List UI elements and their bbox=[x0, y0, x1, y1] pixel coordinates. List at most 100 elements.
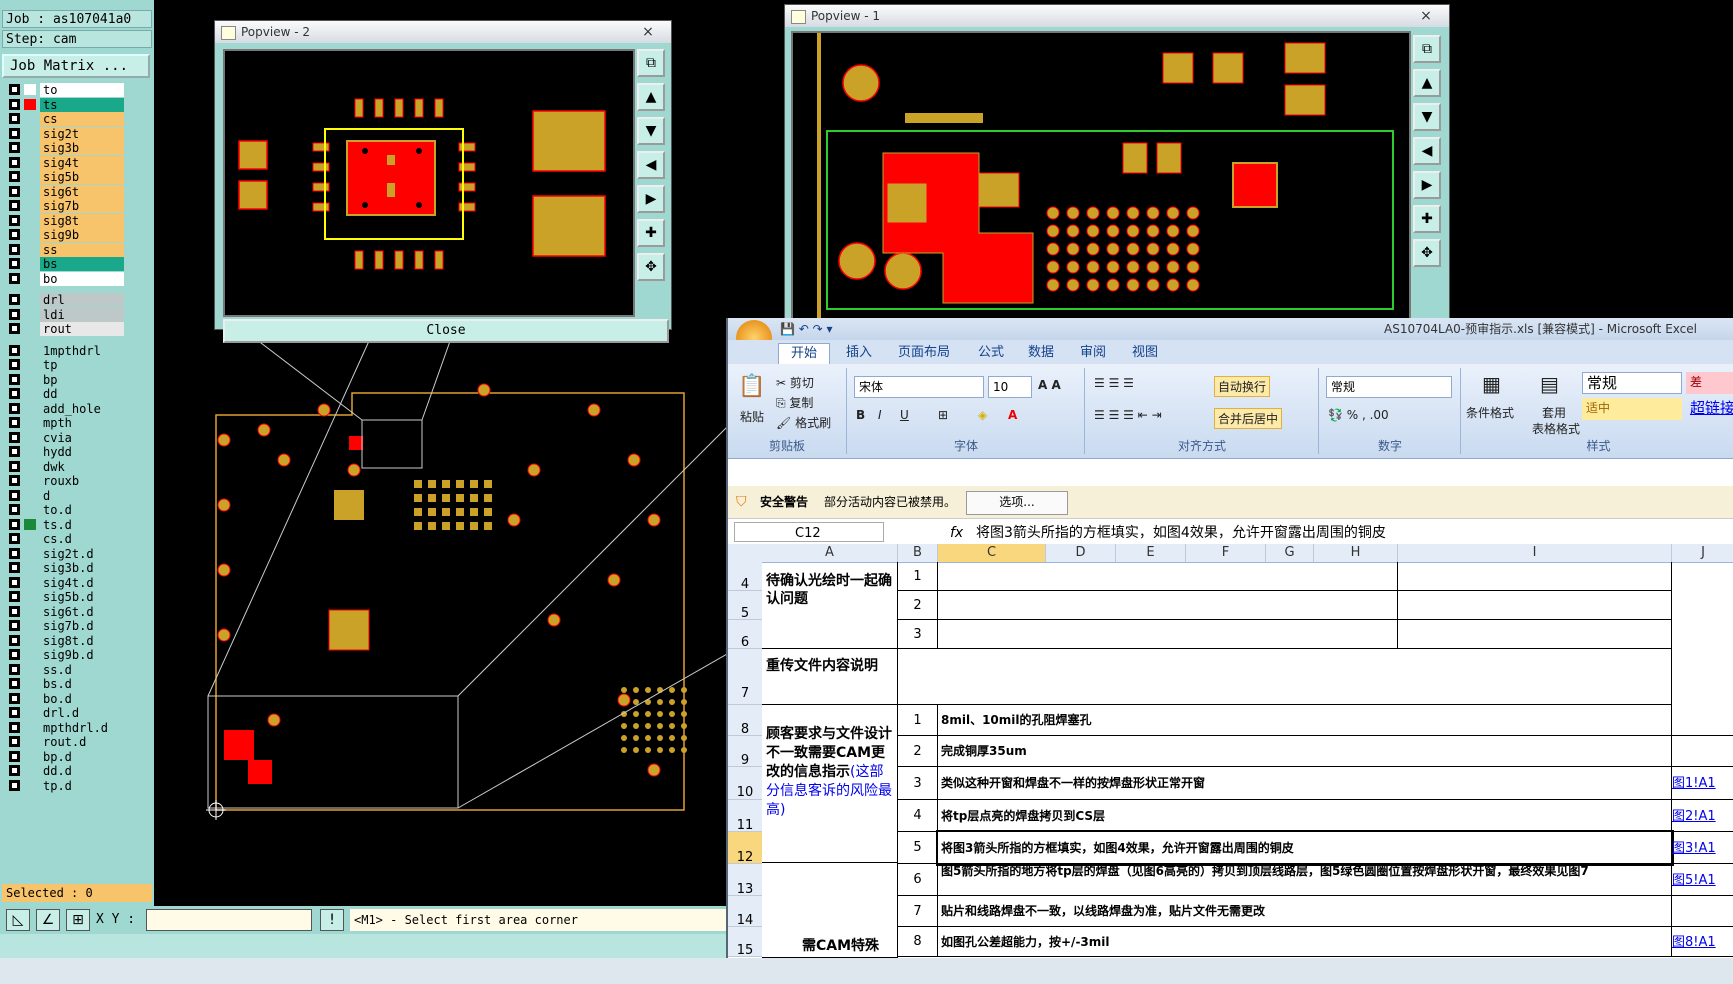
pan-down-button[interactable]: ▼ bbox=[637, 117, 665, 145]
layer-checkbox[interactable] bbox=[9, 446, 20, 457]
tab-insert[interactable]: 插入 bbox=[846, 343, 872, 363]
layer-name[interactable]: dd.d bbox=[40, 764, 124, 778]
item-number[interactable]: 1 bbox=[898, 562, 938, 591]
layer-row[interactable]: dwk bbox=[2, 459, 127, 474]
layer-checkbox[interactable] bbox=[9, 229, 20, 240]
layer-row[interactable]: cs.d bbox=[2, 531, 127, 546]
layer-row[interactable]: bp bbox=[2, 372, 127, 387]
layer-row[interactable]: sig4t bbox=[2, 155, 127, 170]
popview-2-titlebar[interactable]: Popview - 2 × bbox=[215, 21, 671, 43]
layer-name[interactable]: sig6t bbox=[40, 184, 124, 199]
angle-tool-button[interactable]: ∠ bbox=[36, 909, 60, 931]
row-header[interactable]: 13 bbox=[728, 864, 762, 897]
layer-name[interactable]: d bbox=[40, 488, 124, 503]
layer-checkbox[interactable] bbox=[9, 388, 20, 399]
layer-checkbox[interactable] bbox=[9, 156, 20, 168]
fx-icon[interactable]: fx bbox=[950, 522, 963, 544]
layer-name[interactable]: cs.d bbox=[40, 532, 124, 546]
item-text[interactable] bbox=[938, 562, 1398, 591]
item-text[interactable] bbox=[938, 591, 1398, 620]
grow-font-icon[interactable]: A A bbox=[1038, 378, 1061, 392]
layer-checkbox[interactable] bbox=[9, 475, 20, 486]
table-format-icon[interactable]: ▤ bbox=[1540, 372, 1559, 396]
format-painter-button[interactable]: 🖌 格式刷 bbox=[776, 414, 831, 431]
measure-tool-button[interactable]: ◺ bbox=[6, 909, 30, 931]
percent-icon[interactable]: 💱 % , .00 bbox=[1328, 408, 1389, 422]
layer-name[interactable]: sig3b bbox=[40, 141, 124, 155]
table-format-button-1[interactable]: 套用 bbox=[1542, 404, 1566, 421]
row-header[interactable]: 8 bbox=[728, 705, 762, 737]
layer-name[interactable]: rout.d bbox=[40, 735, 124, 749]
number-format-select[interactable]: 常规 bbox=[1326, 376, 1452, 398]
layer-checkbox[interactable] bbox=[9, 171, 20, 182]
job-matrix-button[interactable]: Job Matrix ... bbox=[2, 54, 150, 78]
layer-row[interactable]: cvia bbox=[2, 430, 127, 445]
layer-checkbox[interactable] bbox=[9, 489, 20, 501]
layer-name[interactable]: to bbox=[40, 83, 124, 97]
layer-row[interactable]: ldi bbox=[2, 307, 127, 322]
layer-checkbox[interactable] bbox=[9, 359, 20, 370]
tab-page-layout[interactable]: 页面布局 bbox=[898, 343, 950, 363]
layer-row[interactable]: sig6t.d bbox=[2, 604, 127, 619]
item-number[interactable]: 7 bbox=[898, 896, 938, 927]
layer-checkbox[interactable] bbox=[9, 417, 20, 428]
row-header[interactable]: 9 bbox=[728, 736, 762, 768]
layer-checkbox[interactable] bbox=[9, 591, 20, 602]
layer-name[interactable]: sig6t.d bbox=[40, 604, 124, 619]
zoom-in-button[interactable]: ✚ bbox=[1413, 205, 1441, 233]
style-bad[interactable]: 差 bbox=[1686, 372, 1733, 394]
layer-checkbox[interactable] bbox=[9, 721, 20, 733]
item-text[interactable]: 将图3箭头所指的方框填实，如图4效果，允许开窗露出周围的铜皮 bbox=[936, 830, 1674, 866]
layer-checkbox[interactable] bbox=[9, 562, 20, 573]
pan-up-button[interactable]: ▲ bbox=[1413, 69, 1441, 97]
layer-name[interactable]: sig7b bbox=[40, 199, 124, 213]
layer-name[interactable]: ts bbox=[40, 97, 124, 112]
layer-row[interactable]: bo bbox=[2, 271, 127, 286]
layer-row[interactable]: bs bbox=[2, 256, 127, 271]
pan-left-button[interactable]: ◀ bbox=[637, 151, 665, 179]
popview-1-canvas[interactable] bbox=[791, 31, 1411, 325]
layer-row[interactable]: d bbox=[2, 488, 127, 503]
layer-name[interactable]: bp.d bbox=[40, 749, 124, 764]
layer-name[interactable]: to.d bbox=[40, 503, 124, 517]
layer-checkbox[interactable] bbox=[9, 620, 20, 631]
sheet-link[interactable]: 图2!A1 bbox=[1672, 809, 1716, 824]
layer-name[interactable]: hydd bbox=[40, 445, 124, 459]
item-text[interactable]: 如图孔公差超能力，按+/-3mil bbox=[938, 927, 1672, 957]
layer-checkbox[interactable] bbox=[9, 373, 20, 385]
layer-name[interactable]: cs bbox=[40, 112, 124, 126]
close-icon[interactable]: × bbox=[1411, 7, 1441, 25]
font-color-icon[interactable]: A bbox=[1008, 408, 1017, 422]
conditional-format-button[interactable]: 条件格式 bbox=[1466, 404, 1514, 421]
column-header[interactable]: J bbox=[1672, 544, 1733, 562]
layer-name[interactable]: dd bbox=[40, 387, 124, 401]
layer-row[interactable]: ss bbox=[2, 242, 127, 257]
layer-name[interactable]: sig4t.d bbox=[40, 575, 124, 590]
zoom-fit-button[interactable]: ⧉ bbox=[1413, 35, 1441, 63]
border-icon[interactable]: ⊞ bbox=[938, 408, 948, 422]
layer-row[interactable]: 1mpthdrl bbox=[2, 343, 127, 358]
layer-row[interactable]: hydd bbox=[2, 444, 127, 459]
layer-name[interactable]: sig5b bbox=[40, 170, 124, 184]
hyperlink-cell[interactable] bbox=[1672, 896, 1733, 927]
pan-right-button[interactable]: ▶ bbox=[1413, 171, 1441, 199]
layer-checkbox[interactable] bbox=[9, 504, 20, 515]
item-number[interactable]: 2 bbox=[898, 736, 938, 767]
layer-row[interactable]: sig4t.d bbox=[2, 575, 127, 590]
row-header[interactable]: 15 bbox=[728, 927, 762, 958]
layer-row[interactable]: ts.d bbox=[2, 517, 127, 532]
row-header[interactable]: 6 bbox=[728, 620, 762, 650]
layer-checkbox[interactable] bbox=[9, 185, 20, 197]
layer-row[interactable]: sig7b bbox=[2, 198, 127, 213]
row-header[interactable]: 11 bbox=[728, 800, 762, 833]
layer-name[interactable]: sig4t bbox=[40, 155, 124, 170]
layer-checkbox[interactable] bbox=[9, 634, 20, 646]
layer-checkbox[interactable] bbox=[9, 243, 20, 255]
item-text[interactable]: 类似这种开窗和焊盘不一样的按焊盘形状正常开窗 bbox=[938, 767, 1672, 800]
layer-row[interactable]: sig3b.d bbox=[2, 560, 127, 575]
cut-button[interactable]: ✂ 剪切 bbox=[776, 374, 814, 391]
hyperlink-cell[interactable] bbox=[1672, 705, 1733, 736]
style-hyperlink[interactable]: 超链接 bbox=[1686, 398, 1733, 420]
style-normal[interactable]: 常规 bbox=[1582, 372, 1682, 394]
layer-name[interactable]: dwk bbox=[40, 459, 124, 474]
